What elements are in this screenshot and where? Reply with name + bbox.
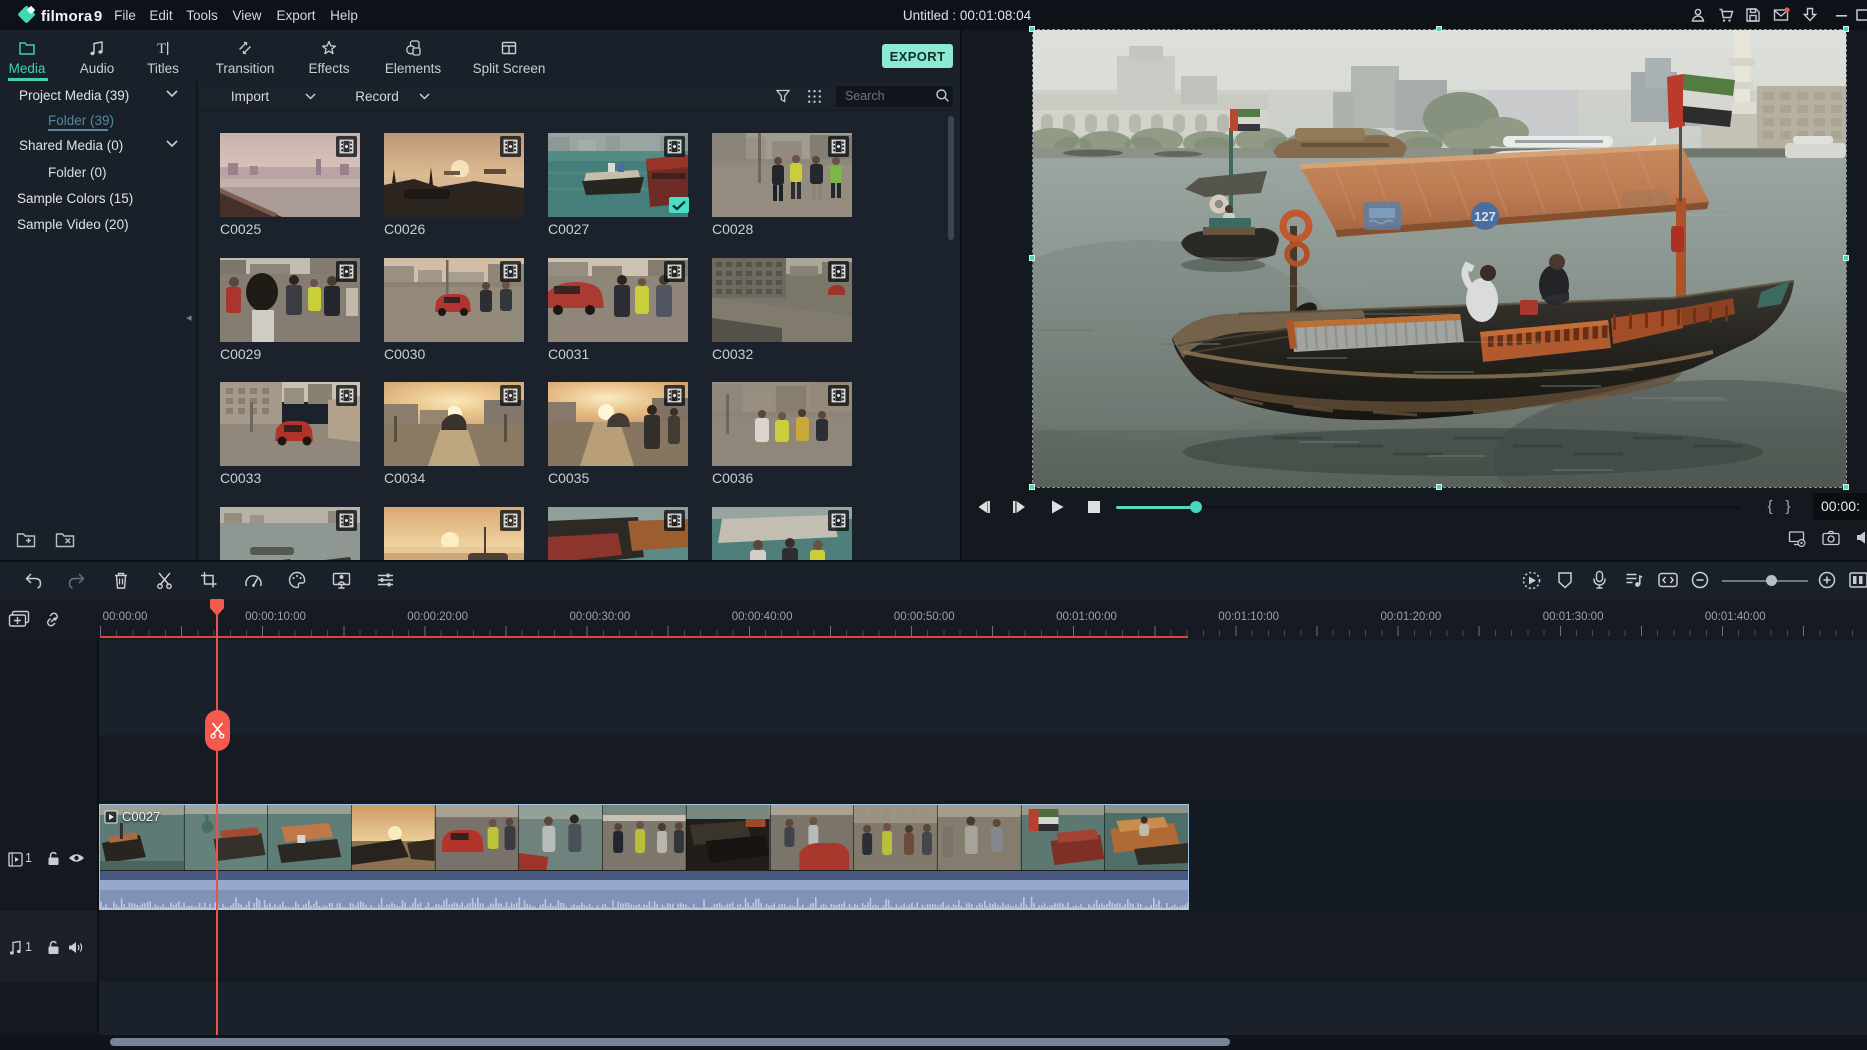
svg-text:T: T [157,41,166,57]
